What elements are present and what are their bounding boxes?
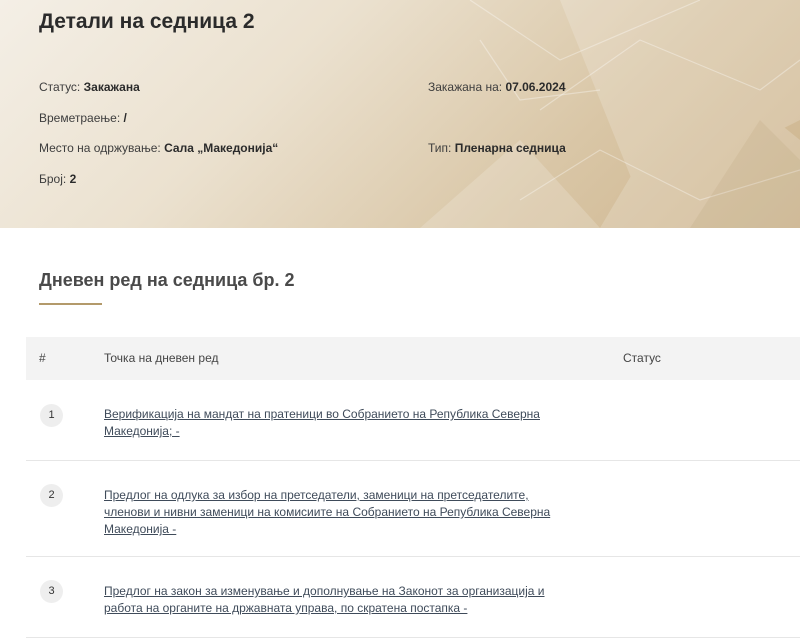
agenda-item-line: Предлог на одлука за избор на претседате… [104,488,529,502]
duration-value: / [123,111,127,125]
column-header-status: Статус [623,351,661,365]
table-row: 3 Предлог на закон за изменување и допол… [26,557,800,638]
location-value: Сала „Македонија“ [164,141,279,155]
agenda-title-underline [39,303,102,305]
item-number-badge: 1 [40,404,63,427]
number-label: Број: [39,172,67,186]
number-value: 2 [69,172,77,186]
duration-label: Времетраење: [39,111,121,125]
agenda-item-link[interactable]: Верификација на мандат на пратеници во С… [104,406,584,440]
item-number-badge: 3 [40,580,63,603]
type-value: Пленарна седница [454,141,566,155]
agenda-item-line: Македонија; - [104,424,180,438]
table-row: 2 Предлог на одлука за избор на претседа… [26,461,800,557]
item-number-badge: 2 [40,484,63,507]
status-label: Статус: [39,80,81,94]
agenda-item-line: членови и нивни заменици на комисиите на… [104,505,551,519]
duration-field: Времетраење: / [39,111,127,125]
location-label: Место на одржување: [39,141,161,155]
status-value: Закажана [83,80,140,94]
status-field: Статус: Закажана [39,80,140,94]
scheduled-date-field: Закажана на: 07.06.2024 [428,80,566,94]
agenda-table-header: # Точка на дневен ред Статус [26,337,800,380]
scheduled-label: Закажана на: [428,80,503,94]
agenda-item-line: Верификација на мандат на пратеници во С… [104,407,540,421]
type-label: Тип: [428,141,452,155]
agenda-item-line: Македонија - [104,522,177,536]
session-number-field: Број: 2 [39,172,76,186]
session-type-field: Тип: Пленарна седница [428,141,566,155]
agenda-title: Дневен ред на седница бр. 2 [39,270,295,290]
agenda-item-link[interactable]: Предлог на закон за изменување и дополну… [104,583,584,617]
column-header-number: # [39,351,46,365]
location-field: Место на одржување: Сала „Македонија“ [39,141,278,155]
agenda-table: # Точка на дневен ред Статус 1 Верификац… [26,337,800,638]
scheduled-value: 07.06.2024 [505,80,566,94]
column-header-item: Точка на дневен ред [104,351,219,365]
page-title: Детали на седница 2 [39,10,255,33]
agenda-item-link[interactable]: Предлог на одлука за избор на претседате… [104,487,584,538]
session-header: Детали на седница 2 Статус: Закажана Зак… [0,0,800,228]
agenda-item-line: Предлог на закон за изменување и дополну… [104,584,545,598]
table-row: 1 Верификација на мандат на пратеници во… [26,380,800,461]
agenda-item-line: работа на органите на државната управа, … [104,601,468,615]
